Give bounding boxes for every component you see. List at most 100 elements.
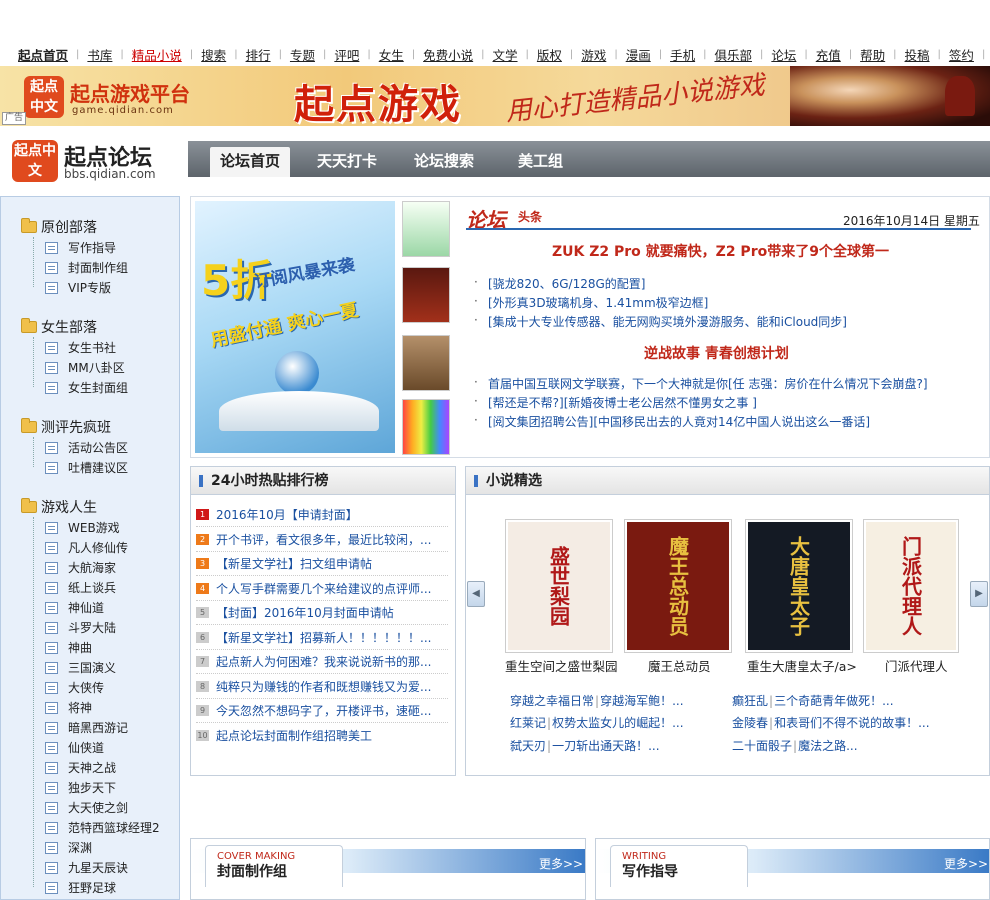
topnav-item[interactable]: 免费小说 — [423, 45, 473, 64]
sidebar-item[interactable]: 斗罗大陆 — [45, 619, 116, 636]
ranking-item[interactable]: 9 今天忽然不想码字了，开楼评书，速砸... — [196, 702, 431, 719]
promo-image[interactable]: 5折 订阅风暴来袭 用盛付通 爽心一夏 — [195, 201, 395, 453]
sidebar-item[interactable]: 九星天辰诀 — [45, 859, 128, 876]
sidebar-item[interactable]: 暗黑西游记 — [45, 719, 128, 736]
topnav-item[interactable]: 专题 — [290, 45, 315, 64]
sidebar-group[interactable]: 游戏人生 — [21, 497, 97, 517]
novel-link[interactable]: 穿越之幸福日常|穿越海军鲍！... — [510, 692, 684, 709]
sidebar-item[interactable]: 活动公告区 — [45, 439, 128, 456]
promo-thumb-3[interactable] — [402, 335, 450, 391]
carousel-next-button[interactable]: ▶ — [970, 581, 988, 607]
topnav-item[interactable]: 论坛 — [771, 45, 796, 64]
novel-cover[interactable]: 盛世梨园 — [505, 519, 613, 653]
headline-item[interactable]: [外形真3D玻璃机身、1.41mm极窄边框] — [474, 294, 708, 311]
topnav-item[interactable]: 游戏 — [581, 45, 606, 64]
novel-link[interactable]: 弑天刃|一刀斩出通天路！... — [510, 737, 660, 754]
novel-link-desc[interactable]: 和表哥们不得不说的故事！... — [774, 716, 929, 730]
topnav-item[interactable]: 帮助 — [860, 45, 885, 64]
topnav-item[interactable]: 书库 — [87, 45, 112, 64]
topnav-item[interactable]: 投稿 — [905, 45, 930, 64]
sidebar-item[interactable]: 女生书社 — [45, 339, 116, 356]
sidebar-item[interactable]: WEB游戏 — [45, 519, 120, 536]
topnav-item[interactable]: 精品小说 — [132, 45, 182, 64]
headline-item[interactable]: [阅文集团招聘公告][中国移民出去的人竟对14亿中国人说出这么一番话] — [474, 413, 870, 430]
ranking-item[interactable]: 4 个人写手群需要几个来给建议的点评师... — [196, 580, 431, 597]
topnav-item[interactable]: 文学 — [493, 45, 518, 64]
novel-link-desc[interactable]: 权势太监女儿的崛起！... — [552, 716, 683, 730]
novel-link-desc[interactable]: 三个奇葩青年做死！... — [774, 694, 893, 708]
forum-logo[interactable]: 起点中文 — [12, 140, 58, 182]
novel-title[interactable]: 门派代理人 — [885, 656, 948, 675]
novel-link[interactable]: 红莱记|权势太监女儿的崛起！... — [510, 714, 684, 731]
novel-link-desc[interactable]: 穿越海军鲍！... — [600, 694, 683, 708]
writing-guide-more-link[interactable]: 更多>> — [944, 855, 988, 872]
promo-thumb-1[interactable] — [402, 201, 450, 257]
novel-cover[interactable]: 大唐皇太子 — [745, 519, 853, 653]
sidebar-item[interactable]: 大天使之剑 — [45, 799, 128, 816]
topnav-item[interactable]: 手机 — [670, 45, 695, 64]
sidebar-item[interactable]: 深渊 — [45, 839, 92, 856]
headline-item[interactable]: 首届中国互联网文学联赛，下一个大神就是你[任 志强：房价在什么情况下会崩盘?] — [474, 375, 928, 392]
novel-link[interactable]: 金陵春|和表哥们不得不说的故事！... — [732, 714, 930, 731]
topnav-item[interactable]: 签约 — [949, 45, 974, 64]
sidebar-item[interactable]: 神仙道 — [45, 599, 104, 616]
sidebar-item[interactable]: MM八卦区 — [45, 359, 125, 376]
novel-link-desc[interactable]: 魔法之路... — [798, 739, 857, 753]
topnav-item[interactable]: 排行 — [246, 45, 271, 64]
ranking-item[interactable]: 2 开个书评，看文很多年，最近比较闲，... — [196, 531, 431, 548]
novel-link-desc[interactable]: 一刀斩出通天路！... — [552, 739, 659, 753]
novel-title[interactable]: 重生空间之盛世梨园 — [505, 656, 618, 675]
tab-daily-checkin[interactable]: 天天打卡 — [317, 141, 377, 177]
sidebar-group[interactable]: 原创部落 — [21, 217, 97, 237]
sidebar-item[interactable]: 女生封面组 — [45, 379, 128, 396]
topnav-item[interactable]: 漫画 — [626, 45, 651, 64]
headline-item[interactable]: [集成十大专业传感器、能无网购买境外漫游服务、能和iCloud同步] — [474, 313, 847, 330]
tab-art-group[interactable]: 美工组 — [518, 141, 563, 177]
sidebar-group[interactable]: 测评先疯班 — [21, 417, 111, 437]
sidebar-item[interactable]: 封面制作组 — [45, 259, 128, 276]
sidebar-item[interactable]: 三国演义 — [45, 659, 116, 676]
ranking-item[interactable]: 5 【封面】2016年10月封面申请帖 — [196, 604, 394, 621]
sidebar-item[interactable]: VIP专版 — [45, 279, 111, 296]
topnav-item[interactable]: 女生 — [379, 45, 404, 64]
game-banner[interactable]: 起点中文 广告 起点游戏平台 game.qidian.com 起点游戏 用心打造… — [0, 66, 990, 126]
promo-thumb-2[interactable] — [402, 267, 450, 323]
novel-cover[interactable]: 门派代理人 — [863, 519, 959, 653]
tab-forum-home[interactable]: 论坛首页 — [210, 147, 291, 177]
novel-link-title[interactable]: 癫狂乱 — [732, 694, 768, 708]
ranking-item[interactable]: 1 2016年10月【申请封面】 — [196, 506, 358, 523]
headline-topic-2[interactable]: 逆战故事 青春创想计划 — [644, 343, 789, 363]
sidebar-item[interactable]: 仙侠道 — [45, 739, 104, 756]
tab-forum-search[interactable]: 论坛搜索 — [414, 141, 474, 177]
topnav-item[interactable]: 充值 — [816, 45, 841, 64]
novel-link[interactable]: 二十面骰子|魔法之路... — [732, 737, 858, 754]
sidebar-item[interactable]: 狂野足球 — [45, 879, 116, 896]
novel-link-title[interactable]: 弑天刃 — [510, 739, 546, 753]
sidebar-group[interactable]: 女生部落 — [21, 317, 97, 337]
sidebar-item[interactable]: 大航海家 — [45, 559, 116, 576]
topnav-item[interactable]: 俱乐部 — [714, 45, 752, 64]
topnav-item[interactable]: 评吧 — [334, 45, 359, 64]
ranking-item[interactable]: 7 起点新人为何困难？我来说说新书的那... — [196, 653, 431, 670]
novel-cover[interactable]: 魔王总动员 — [624, 519, 732, 653]
sidebar-item[interactable]: 纸上谈兵 — [45, 579, 116, 596]
novel-title[interactable]: 重生大唐皇太子/a> — [747, 656, 857, 675]
sidebar-item[interactable]: 大侠传 — [45, 679, 104, 696]
ranking-item[interactable]: 3 【新星文学社】扫文组申请帖 — [196, 555, 372, 572]
cover-making-more-link[interactable]: 更多>> — [539, 855, 583, 872]
sidebar-item[interactable]: 范特西篮球经理2 — [45, 819, 160, 836]
sidebar-item[interactable]: 天神之战 — [45, 759, 116, 776]
sidebar-item[interactable]: 将神 — [45, 699, 92, 716]
headline-item[interactable]: [帮还是不帮?][新婚夜博士老公居然不懂男女之事 ] — [474, 394, 757, 411]
novel-link-title[interactable]: 穿越之幸福日常 — [510, 694, 594, 708]
promo-thumb-4[interactable] — [402, 399, 450, 455]
sidebar-item[interactable]: 写作指导 — [45, 239, 116, 256]
topnav-item[interactable]: 搜索 — [201, 45, 226, 64]
ranking-item[interactable]: 8 纯粹只为赚钱的作者和既想赚钱又为爱... — [196, 678, 431, 695]
sidebar-item[interactable]: 吐槽建议区 — [45, 459, 128, 476]
novel-title[interactable]: 魔王总动员 — [648, 656, 711, 675]
sidebar-item[interactable]: 独步天下 — [45, 779, 116, 796]
topnav-item[interactable]: 版权 — [537, 45, 562, 64]
carousel-prev-button[interactable]: ◀ — [467, 581, 485, 607]
headline-item[interactable]: [骁龙820、6G/128G的配置] — [474, 275, 645, 292]
